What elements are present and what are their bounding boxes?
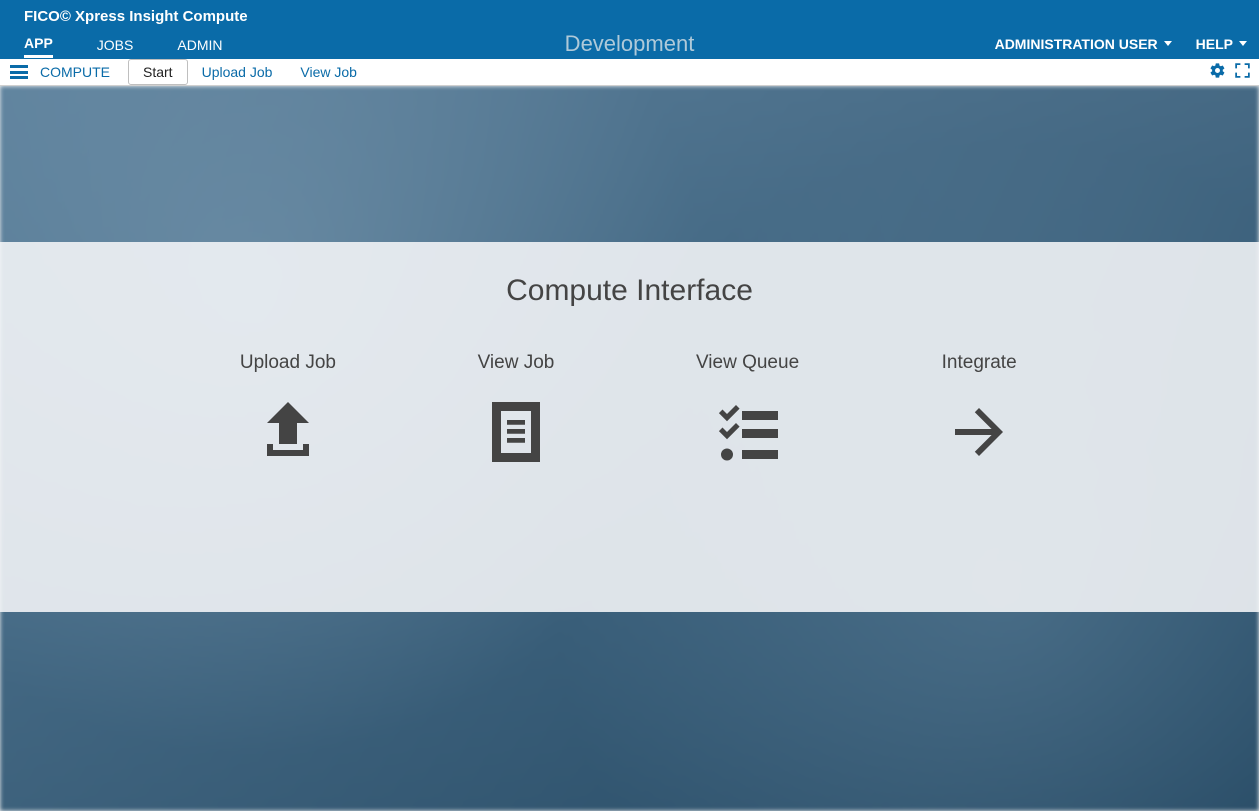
tile-label: View Queue — [696, 352, 799, 374]
app-title: FICO© Xpress Insight Compute — [24, 8, 248, 25]
checklist-icon — [708, 392, 788, 472]
page-title: Compute Interface — [506, 274, 753, 308]
main-nav: APP JOBS ADMIN Development ADMINISTRATIO… — [0, 28, 1259, 59]
tab-start[interactable]: Start — [128, 59, 188, 85]
tab-upload-job[interactable]: Upload Job — [188, 60, 287, 84]
arrow-right-icon — [939, 392, 1019, 472]
interface-panel: Compute Interface Upload Job View Job Vi… — [0, 242, 1259, 612]
upload-icon — [248, 392, 328, 472]
tile-integrate[interactable]: Integrate — [939, 352, 1019, 472]
help-menu-label: HELP — [1196, 36, 1233, 52]
fullscreen-icon[interactable] — [1234, 62, 1251, 82]
tile-label: View Job — [478, 352, 555, 374]
tile-row: Upload Job View Job View Queue Integrate — [240, 352, 1019, 472]
nav-admin[interactable]: ADMIN — [177, 31, 222, 57]
toolbar-title: COMPUTE — [40, 64, 110, 80]
gear-icon[interactable] — [1209, 62, 1226, 82]
help-menu[interactable]: HELP — [1196, 36, 1247, 52]
content-area: Compute Interface Upload Job View Job Vi… — [0, 86, 1259, 811]
tile-label: Integrate — [942, 352, 1017, 374]
tab-view-job[interactable]: View Job — [286, 60, 371, 84]
environment-label: Development — [565, 31, 695, 57]
user-menu[interactable]: ADMINISTRATION USER — [995, 36, 1172, 52]
user-menu-label: ADMINISTRATION USER — [995, 36, 1158, 52]
nav-app[interactable]: APP — [24, 29, 53, 58]
tile-label: Upload Job — [240, 352, 336, 374]
brand-bar: FICO© Xpress Insight Compute APP JOBS AD… — [0, 0, 1259, 59]
tile-upload-job[interactable]: Upload Job — [240, 352, 336, 472]
caret-down-icon — [1239, 41, 1247, 46]
hamburger-icon[interactable] — [10, 65, 28, 79]
toolbar: COMPUTE Start Upload Job View Job — [0, 59, 1259, 86]
caret-down-icon — [1164, 41, 1172, 46]
nav-jobs[interactable]: JOBS — [97, 31, 134, 57]
tile-view-queue[interactable]: View Queue — [696, 352, 799, 472]
document-icon — [476, 392, 556, 472]
tile-view-job[interactable]: View Job — [476, 352, 556, 472]
tabset: Start Upload Job View Job — [128, 59, 371, 85]
